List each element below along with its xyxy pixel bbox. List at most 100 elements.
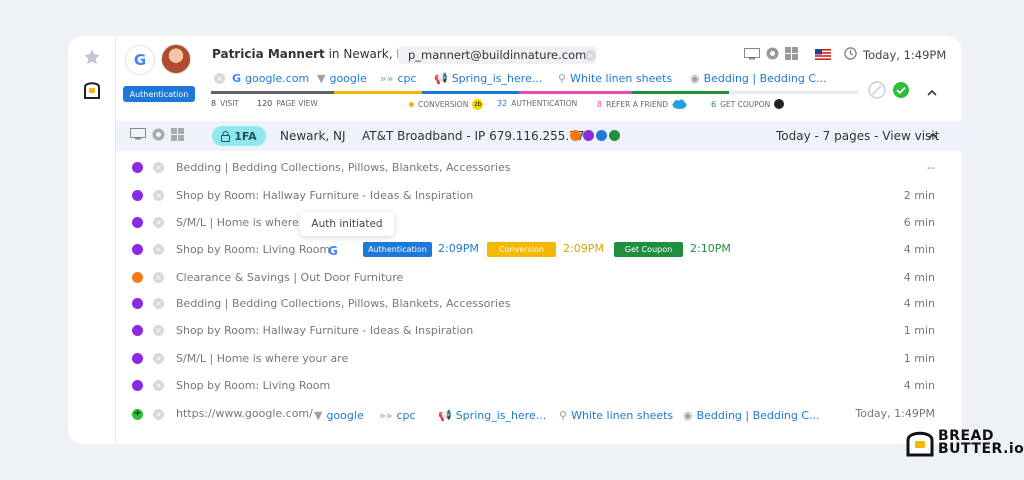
page-duration: 4 min (903, 271, 935, 284)
page-duration: 1 min (903, 352, 935, 365)
visit-device-icons (130, 128, 184, 141)
stat-auth-label: AUTHENTICATION (511, 99, 578, 108)
referrer-content[interactable]: ◉ Bedding | Bedding C... (683, 407, 820, 423)
mfa-text: 1FA (234, 129, 257, 143)
page-close-icon[interactable]: × (153, 190, 164, 201)
referrer-campaign[interactable]: 📢 Spring_is_here... (438, 407, 546, 423)
stat-visit: 8 VISIT (211, 99, 239, 108)
page-title[interactable]: Shop by Room: Hallway Furniture - Ideas … (176, 189, 473, 202)
source-site[interactable]: Ggoogle.com (232, 70, 309, 86)
visitor-email[interactable]: p_mannert@buildinnature.com (398, 46, 597, 64)
page-status-dot (132, 244, 143, 255)
mailchimp-icon (774, 99, 785, 109)
page-close-icon[interactable]: × (153, 272, 164, 283)
avatar[interactable] (161, 44, 191, 74)
logo-wordmark: BREAD BUTTER.io (938, 429, 1024, 456)
source-search[interactable]: ⚲ White linen sheets (558, 70, 672, 86)
source-close-icon[interactable]: × (214, 73, 225, 84)
page-title[interactable]: Bedding | Bedding Collections, Pillows, … (176, 297, 510, 310)
lock-icon (221, 130, 231, 142)
stat-pageview-count: 120 (257, 99, 273, 108)
filter-icon: ▼ (317, 71, 326, 85)
visitor-name[interactable]: Patricia Mannert (212, 47, 325, 61)
referrer-content-text: Bedding | Bedding C... (696, 408, 820, 422)
page-close-icon[interactable]: × (153, 380, 164, 391)
source-content[interactable]: ◉ Bedding | Bedding C... (690, 70, 827, 86)
stat-coupon-count: 6 (711, 99, 717, 109)
mfa-badge: 1FA (212, 126, 266, 146)
page-close-icon[interactable]: × (153, 217, 164, 228)
page-title[interactable]: Shop by Room: Living Room (176, 379, 330, 392)
event-conversion[interactable]: Conversion (487, 242, 556, 257)
collapse-chevron-icon[interactable] (926, 87, 938, 99)
page-close-icon[interactable]: × (153, 162, 164, 173)
breadbutter-logo: BREAD BUTTER.io (905, 428, 1024, 458)
source-campaign[interactable]: 📢 Spring_is_here... (434, 70, 542, 86)
device-icons (744, 47, 798, 60)
channel-dot (609, 130, 620, 141)
page-duration: 4 min (903, 297, 935, 310)
source-filter[interactable]: ▼ google (317, 70, 367, 86)
page-status-dot (132, 162, 143, 173)
referrer-medium[interactable]: »» cpc (379, 407, 416, 423)
page-title[interactable]: Shop by Room: Hallway Furniture - Ideas … (176, 324, 473, 337)
chrome-icon (152, 128, 165, 141)
toast-logo-icon (906, 431, 934, 457)
referrer-search[interactable]: ⚲ White linen sheets (559, 407, 673, 423)
desktop-icon (130, 128, 146, 140)
stat-conversion-label: CONVERSION (418, 100, 469, 109)
referrer-time: Today, 1:49PM (855, 407, 935, 420)
blocked-icon[interactable] (868, 81, 886, 99)
page-close-icon[interactable]: × (153, 298, 164, 309)
referrer-close-icon[interactable]: × (153, 409, 164, 420)
stat-conversion: CONVERSION zb (409, 99, 484, 110)
page-title[interactable]: Bedding | Bedding Collections, Pillows, … (176, 161, 510, 174)
google-login-icon: G (125, 45, 155, 75)
referrer-url[interactable]: https://www.google.com/ (176, 407, 313, 420)
toast-icon[interactable] (81, 78, 103, 100)
conversion-dot (409, 102, 414, 107)
page-title[interactable]: Clearance & Savings | Out Door Furniture (176, 271, 403, 284)
page-row[interactable]: × Bedding | Bedding Collections, Pillows,… (116, 154, 961, 181)
check-circle-icon[interactable] (892, 81, 910, 99)
page-row[interactable]: × Bedding | Bedding Collections, Pillows,… (116, 290, 961, 317)
stat-pageview-label: PAGE VIEW (276, 99, 318, 108)
filter-icon: ▼ (314, 408, 323, 422)
event-authentication[interactable]: Authentication (363, 242, 432, 257)
page-row[interactable]: × Shop by Room: Living Room 4 min (116, 372, 961, 399)
progress-segment (211, 91, 335, 94)
page-title[interactable]: S/M/L | Home is where your are (176, 352, 348, 365)
us-flag-icon (815, 49, 831, 60)
page-duration: -- (927, 161, 935, 174)
referrer-campaign-text: Spring_is_here... (455, 408, 547, 422)
desktop-icon (744, 47, 760, 59)
referrer-filter[interactable]: ▼ google (314, 407, 364, 423)
windows-icon (785, 47, 798, 60)
view-visit-link[interactable]: Today - 7 pages - View visit (776, 129, 939, 143)
email-close-icon[interactable]: × (585, 50, 596, 61)
referrer-search-text: White linen sheets (571, 408, 674, 422)
star-icon[interactable] (83, 48, 101, 66)
visit-isp: AT&T Broadband - IP 679.116.255.77 (362, 129, 585, 143)
visit-collapse-chevron-icon[interactable] (927, 130, 939, 142)
progress-segment (334, 91, 422, 94)
visit-header-bar[interactable]: 1FA Newark, NJ AT&T Broadband - IP 679.1… (116, 121, 961, 151)
referrer-row: + × https://www.google.com/ ▼ google »» cp… (116, 401, 961, 429)
source-medium[interactable]: »» cpc (380, 70, 417, 86)
page-close-icon[interactable]: × (153, 325, 164, 336)
clock-icon (844, 47, 857, 60)
page-row[interactable]: × Clearance & Savings | Out Door Furnitur… (116, 264, 961, 291)
page-row[interactable]: × S/M/L | Home is where y 6 min (116, 209, 961, 236)
page-close-icon[interactable]: × (153, 353, 164, 364)
chevrons-icon: »» (379, 408, 393, 422)
page-title[interactable]: S/M/L | Home is where y (176, 216, 309, 229)
event-get-coupon[interactable]: Get Coupon (614, 242, 683, 257)
stat-refer: 8 REFER A FRIEND (597, 99, 687, 109)
page-row[interactable]: × S/M/L | Home is where your are 1 min (116, 345, 961, 372)
page-close-icon[interactable]: × (153, 244, 164, 255)
progress-segment (421, 91, 519, 94)
page-row[interactable]: × Shop by Room: Hallway Furniture - Ideas… (116, 317, 961, 344)
page-row[interactable]: × Shop by Room: Hallway Furniture - Ideas… (116, 182, 961, 209)
page-title[interactable]: Shop by Room: Living Room (176, 243, 330, 256)
visitor-card: G Authentication Patricia Mannert in New… (68, 36, 961, 444)
